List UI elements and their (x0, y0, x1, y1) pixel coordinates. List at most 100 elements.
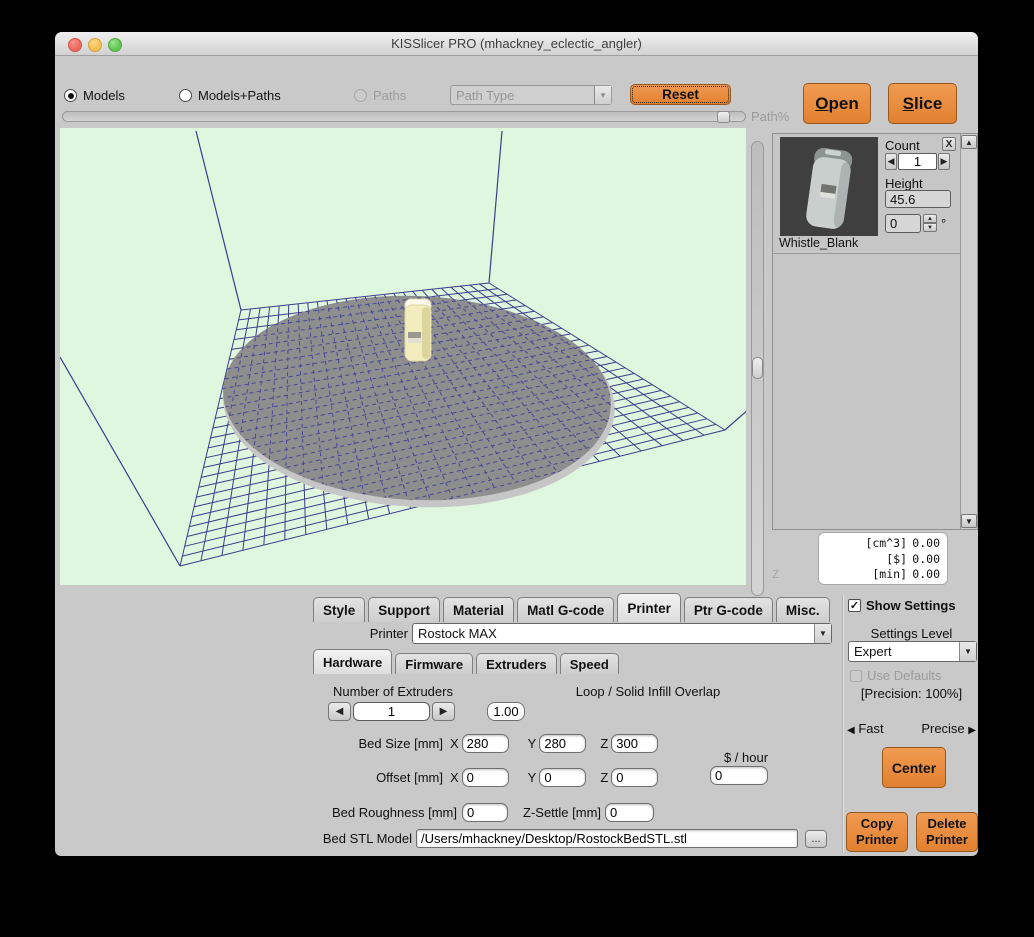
delete-printer-button[interactable]: Delete Printer (916, 812, 978, 852)
stat-time: [min] 0.00 (819, 567, 940, 583)
close-icon: X (946, 139, 953, 150)
offset-z-input[interactable] (611, 768, 658, 787)
center-button[interactable]: Center (882, 747, 946, 788)
paths-radio-label: Paths (373, 88, 406, 103)
model-whistle-blank[interactable] (405, 299, 431, 361)
extruders-increment-button[interactable]: ▶ (432, 702, 455, 721)
printer-select-label: Printer (350, 626, 408, 641)
bed-stl-row: Bed STL Model ... (320, 829, 827, 848)
models-radio[interactable]: Models (64, 88, 125, 103)
left-arrow-icon: ◀ (336, 706, 344, 717)
rotation-up-button[interactable]: ▲ (923, 214, 937, 223)
show-settings-checkbox[interactable]: ✓ Show Settings (848, 598, 956, 613)
reset-button-label: Reset (662, 87, 699, 102)
stat-cost-value: 0.00 (907, 552, 940, 568)
path-percent-slider-handle[interactable] (717, 111, 730, 123)
offset-y-input[interactable] (539, 768, 586, 787)
tab-ptr-gcode-label: Ptr G-code (694, 603, 763, 618)
stat-cost-label: [$] (886, 552, 907, 568)
z-axis-label: z (772, 565, 780, 582)
tab-style[interactable]: Style (313, 597, 365, 622)
checkbox-disabled-icon (850, 670, 862, 682)
bed-size-y-input[interactable] (539, 734, 586, 753)
extruders-decrement-button[interactable]: ◀ (328, 702, 351, 721)
3d-viewport[interactable] (60, 128, 746, 585)
stat-volume-label: [cm^3] (865, 536, 907, 552)
tab-misc[interactable]: Misc. (776, 597, 830, 622)
rotation-stepper: ▲ ▼ (923, 214, 937, 233)
show-settings-label: Show Settings (866, 598, 956, 613)
open-button[interactable]: Open (803, 83, 871, 124)
offset-row: Offset [mm] X Y Z (325, 768, 658, 787)
path-type-value: Path Type (451, 88, 594, 103)
offset-x-input[interactable] (462, 768, 509, 787)
model-list-item[interactable]: Whistle_Blank Count X ◀ 1 ▶ Height 45.6 … (773, 134, 960, 254)
model-thumbnail[interactable] (780, 137, 878, 236)
copy-printer-button[interactable]: Copy Printer (846, 812, 908, 852)
scroll-up-button[interactable]: ▲ (961, 135, 977, 149)
path-percent-slider[interactable] (62, 111, 746, 122)
stat-time-label: [min] (872, 567, 907, 583)
subtab-firmware[interactable]: Firmware (395, 653, 473, 674)
subtab-speed[interactable]: Speed (560, 653, 619, 674)
count-increment-button[interactable]: ▶ (938, 153, 950, 170)
tab-printer-label: Printer (627, 601, 671, 616)
bed-size-x-input[interactable] (462, 734, 509, 753)
remove-model-button[interactable]: X (942, 137, 956, 151)
stat-cost: [$] 0.00 (819, 552, 940, 568)
copy-printer-button-label: Copy Printer (849, 816, 905, 847)
models-scrollbar[interactable]: ▲ ▼ (960, 134, 977, 529)
model-name-label: Whistle_Blank (779, 236, 858, 250)
tab-printer[interactable]: Printer (617, 593, 681, 622)
app-window: KISSlicer PRO (mhackney_eclectic_angler)… (55, 32, 978, 856)
reset-button[interactable]: Reset (630, 84, 731, 105)
printer-select[interactable]: Rostock MAX ▼ (412, 623, 832, 644)
viewport-zoom-slider[interactable] (751, 141, 764, 596)
y-label: Y (528, 736, 537, 751)
z-label: Z (600, 770, 608, 785)
bed-size-row: Bed Size [mm] X Y Z (325, 734, 658, 753)
tab-support[interactable]: Support (368, 597, 440, 622)
bed-roughness-input[interactable] (462, 803, 508, 822)
chevron-down-icon: ▼ (814, 624, 831, 643)
settings-level-label: Settings Level (845, 626, 978, 641)
models-paths-radio[interactable]: Models+Paths (179, 88, 281, 103)
tab-matl-gcode-label: Matl G-code (527, 603, 604, 618)
slice-button[interactable]: Slice (888, 83, 957, 124)
center-button-label: Center (892, 760, 936, 776)
chevron-down-icon: ▼ (959, 642, 976, 661)
tab-material-label: Material (453, 603, 504, 618)
rotation-down-button[interactable]: ▼ (923, 223, 937, 232)
subtab-hardware[interactable]: Hardware (313, 649, 392, 674)
rotation-value[interactable]: 0 (885, 214, 921, 233)
subtab-extruders-label: Extruders (486, 657, 547, 672)
stat-time-value: 0.00 (907, 567, 940, 583)
open-button-label: Open (815, 94, 858, 114)
screenshot-stage: KISSlicer PRO (mhackney_eclectic_angler)… (0, 0, 1034, 937)
bed-stl-path-input[interactable] (416, 829, 798, 848)
settings-level-select[interactable]: Expert ▼ (848, 641, 977, 662)
tab-support-label: Support (378, 603, 430, 618)
dollar-hour-input[interactable] (710, 766, 768, 785)
count-value[interactable]: 1 (898, 153, 937, 170)
tab-material[interactable]: Material (443, 597, 514, 622)
use-defaults-label: Use Defaults (867, 668, 941, 683)
fast-label: ◀ Fast (847, 721, 884, 736)
subtab-extruders[interactable]: Extruders (476, 653, 557, 674)
tab-ptr-gcode[interactable]: Ptr G-code (684, 597, 773, 622)
radio-disabled-icon (354, 89, 367, 102)
right-arrow-icon: ▶ (941, 156, 948, 167)
printer-select-row: Printer Rostock MAX ▼ (350, 623, 832, 644)
checkbox-checked-icon: ✓ (848, 599, 861, 612)
z-settle-input[interactable] (605, 803, 654, 822)
radio-selected-icon (64, 89, 77, 102)
z-label: Z (600, 736, 608, 751)
count-decrement-button[interactable]: ◀ (885, 153, 897, 170)
bed-size-z-input[interactable] (611, 734, 658, 753)
scroll-down-button[interactable]: ▼ (961, 514, 977, 528)
browse-bed-stl-button[interactable]: ... (805, 830, 827, 848)
models-paths-radio-label: Models+Paths (198, 88, 281, 103)
num-extruders-value[interactable]: 1 (353, 702, 430, 721)
viewport-zoom-slider-handle[interactable] (752, 357, 763, 379)
tab-matl-gcode[interactable]: Matl G-code (517, 597, 614, 622)
